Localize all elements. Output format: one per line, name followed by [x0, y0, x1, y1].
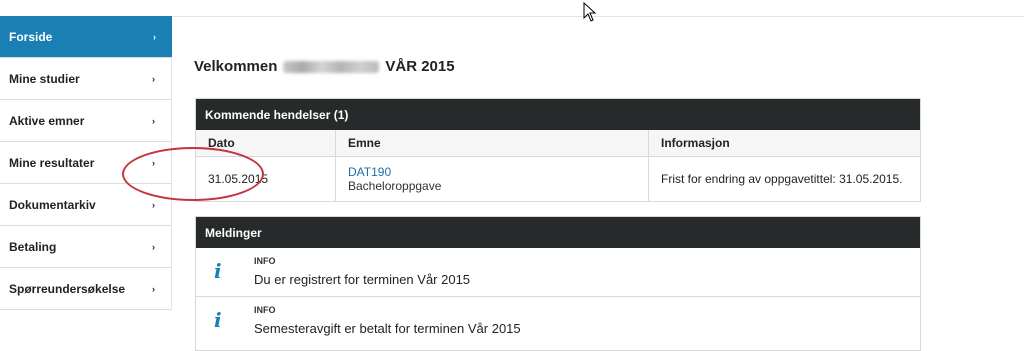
- messages-header: Meldinger: [196, 217, 920, 248]
- welcome-term: VÅR 2015: [385, 58, 455, 75]
- course-name: Bacheloroppgave: [348, 179, 442, 193]
- course-code-link[interactable]: DAT190: [348, 165, 636, 179]
- info-icon: i: [214, 308, 222, 332]
- events-table-header-row: Dato Emne Informasjon: [196, 130, 920, 157]
- sidebar-item-label: Aktive emner: [9, 113, 85, 128]
- message-tag: INFO: [254, 305, 276, 315]
- upcoming-events-panel: Kommende hendelser (1) Dato Emne Informa…: [195, 98, 921, 202]
- top-divider: [172, 16, 1024, 17]
- sidebar-item-label: Mine resultater: [9, 155, 95, 170]
- sidebar-item-forside[interactable]: Forside ›: [0, 16, 172, 58]
- page-title: Velkommen VÅR 2015: [194, 58, 455, 75]
- message-tag: INFO: [254, 256, 276, 266]
- chevron-right-icon: ›: [152, 199, 155, 210]
- chevron-right-icon: ›: [152, 73, 155, 84]
- event-info: Frist for endring av oppgavetittel: 31.0…: [661, 172, 903, 186]
- chevron-right-icon: ›: [152, 115, 155, 126]
- message-item: i INFO Du er registrert for terminen Vår…: [196, 248, 920, 297]
- chevron-right-icon: ›: [152, 241, 155, 252]
- messages-panel: Meldinger i INFO Du er registrert for te…: [195, 216, 921, 351]
- highlight-circle-annotation: [122, 147, 264, 201]
- event-course-cell: DAT190 Bacheloroppgave: [335, 156, 649, 201]
- sidebar-item-betaling[interactable]: Betaling ›: [0, 226, 172, 268]
- info-icon: i: [214, 259, 222, 283]
- upcoming-events-header: Kommende hendelser (1): [196, 99, 920, 130]
- chevron-right-icon: ›: [153, 31, 156, 42]
- message-text: Du er registrert for terminen Vår 2015: [254, 272, 471, 287]
- message-text: Semesteravgift er betalt for terminen Vå…: [254, 321, 521, 336]
- table-row: 31.05.2015 DAT190 Bacheloroppgave Frist …: [196, 156, 920, 201]
- column-header-info: Informasjon: [648, 130, 920, 157]
- sidebar-item-label: Dokumentarkiv: [9, 197, 96, 212]
- sidebar-item-sporreundersokelse[interactable]: Spørreundersøkelse ›: [0, 268, 172, 310]
- sidebar-item-label: Forside: [9, 29, 53, 44]
- events-table: Dato Emne Informasjon 31.05.2015 DAT190 …: [196, 130, 920, 201]
- sidebar-item-label: Betaling: [9, 239, 57, 254]
- column-header-course: Emne: [335, 130, 649, 157]
- mouse-cursor-icon: [583, 2, 597, 22]
- sidebar-item-label: Mine studier: [9, 71, 80, 86]
- message-item: i INFO Semesteravgift er betalt for term…: [196, 297, 920, 345]
- chevron-right-icon: ›: [152, 283, 155, 294]
- sidebar-item-mine-studier[interactable]: Mine studier ›: [0, 58, 172, 100]
- blurred-user-name: [283, 60, 380, 73]
- sidebar-item-label: Spørreundersøkelse: [9, 281, 126, 296]
- welcome-prefix: Velkommen: [194, 58, 278, 75]
- sidebar-item-aktive-emner[interactable]: Aktive emner ›: [0, 100, 172, 142]
